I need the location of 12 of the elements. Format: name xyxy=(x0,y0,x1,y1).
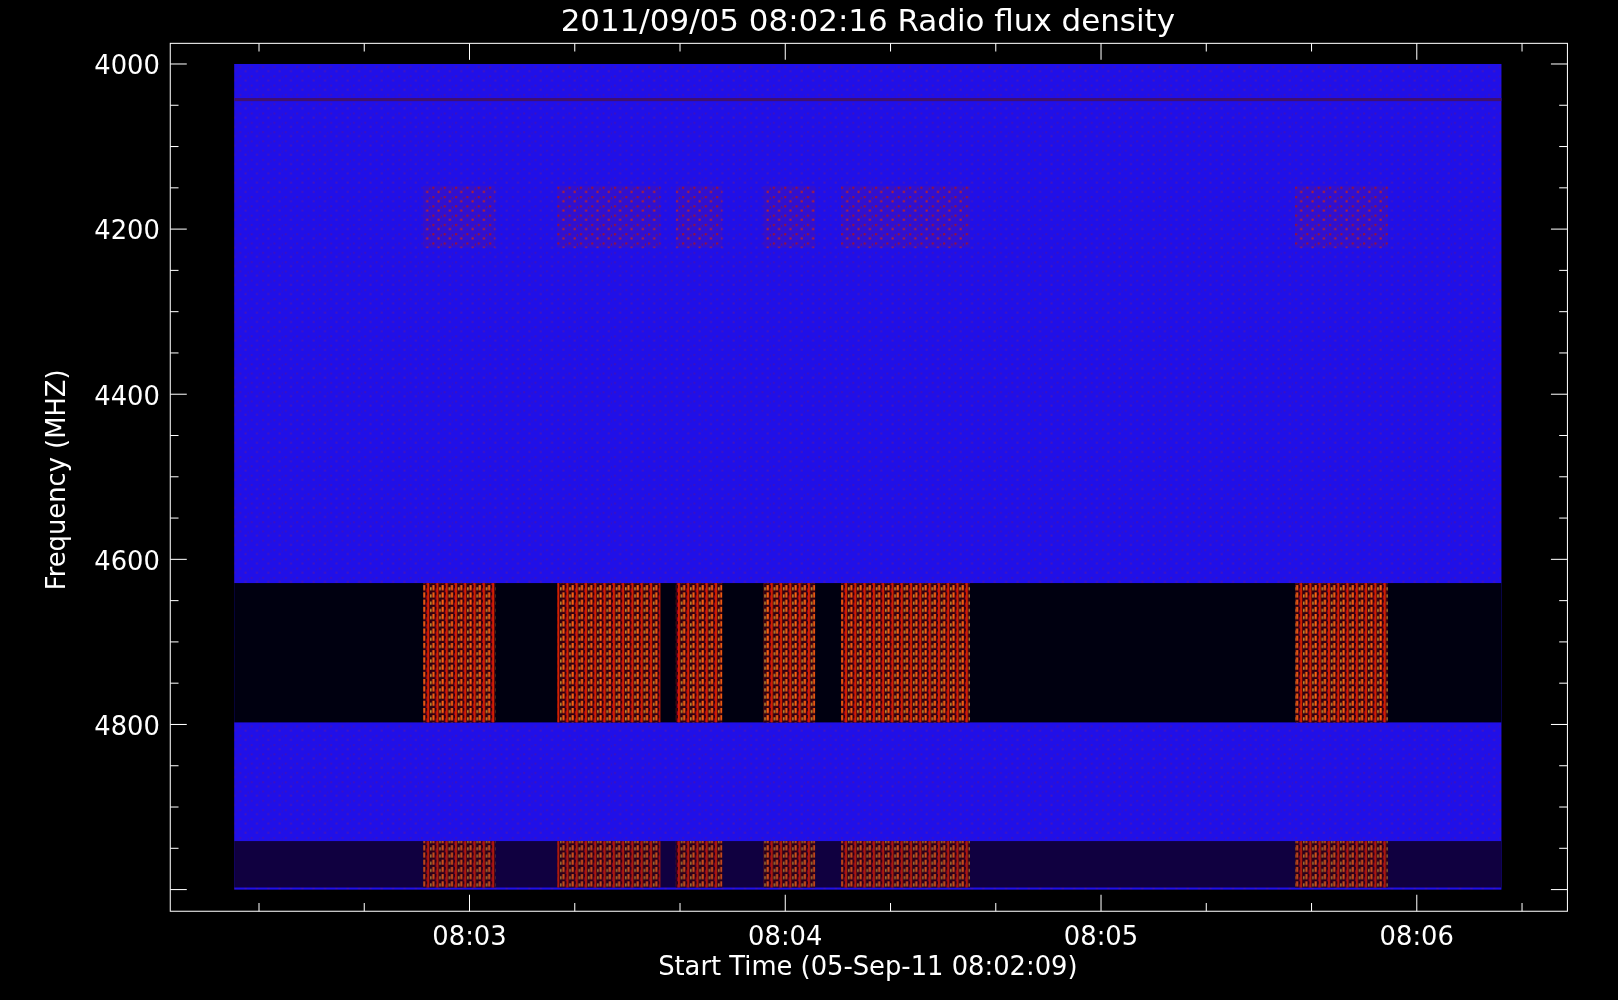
x-tick-label: 08:04 xyxy=(748,921,823,952)
y-tick-label: 4200 xyxy=(94,215,160,246)
x-axis-label: Start Time (05-Sep-11 08:02:09) xyxy=(658,951,1078,982)
y-tick-label: 4400 xyxy=(94,380,160,411)
x-tick-label: 08:03 xyxy=(432,921,507,952)
y-axis-label: Frequency (MHZ) xyxy=(41,369,71,591)
y-tick-label: 4000 xyxy=(94,50,160,81)
x-tick-label: 08:05 xyxy=(1063,921,1139,952)
x-tick-label: 08:06 xyxy=(1379,921,1454,952)
y-tick-label: 4800 xyxy=(94,710,160,741)
chart-title: 2011/09/05 08:02:16 Radio flux density xyxy=(560,1,1175,38)
y-tick-label: 4600 xyxy=(94,545,160,576)
